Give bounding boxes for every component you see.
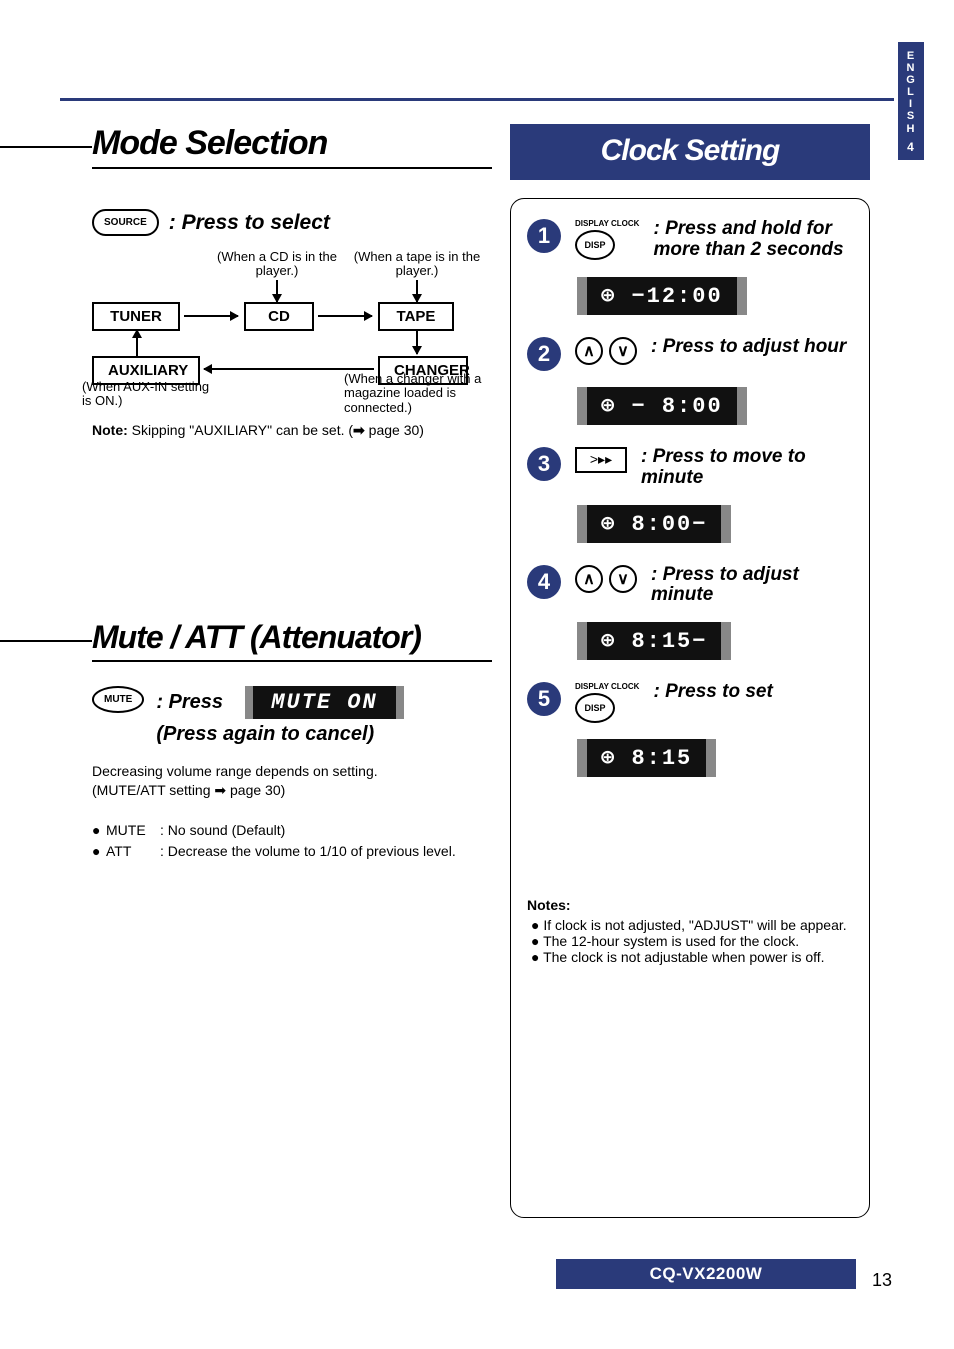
arrow-changer-auxiliary (204, 368, 374, 370)
clock-note-item: The clock is not adjustable when power i… (531, 949, 853, 965)
clock-notes-label: Notes: (527, 897, 853, 913)
step-4-text: : Press to adjust minute (651, 565, 853, 607)
step-5-text: : Press to set (653, 682, 853, 703)
step-5: 5 DISPLAY CLOCK DISP : Press to set (527, 682, 853, 723)
section-number: 4 (898, 141, 924, 154)
disp-button-2[interactable]: DISP (575, 693, 615, 723)
mode-flow-diagram: (When a CD is in the player.) (When a ta… (92, 250, 472, 410)
step-number-2: 2 (527, 337, 561, 371)
mute-description: Decreasing volume range depends on setti… (92, 762, 492, 800)
lcd-step-1: ⊕ −12:00 (577, 277, 747, 315)
press-to-select-label: : Press to select (169, 211, 330, 235)
up-button[interactable]: ∧ (575, 337, 603, 365)
page-number: 13 (872, 1270, 892, 1291)
step-1-text: : Press and hold for more than 2 seconds (653, 219, 853, 261)
arrow-right-icon: ➡ (353, 422, 365, 438)
source-button[interactable]: SOURCE (92, 209, 159, 236)
lcd-step-4: ⊕ 8:15− (577, 622, 731, 660)
caption-aux: (When AUX-IN setting is ON.) (82, 380, 212, 409)
arrow-tuner-cd (184, 315, 238, 317)
arrow-cd-tape (318, 315, 372, 317)
lcd-step-2: ⊕ − 8:00 (577, 387, 747, 425)
mute-press-label: : Press MUTE ON (156, 686, 403, 719)
arrow-auxiliary-tuner (136, 330, 138, 356)
step-number-1: 1 (527, 219, 561, 253)
up-button-2[interactable]: ∧ (575, 565, 603, 593)
top-rule (60, 98, 894, 101)
mute-cancel-label: (Press again to cancel) (156, 723, 403, 746)
box-cd: CD (244, 302, 314, 331)
step-4: 4 ∧ ∨ : Press to adjust minute (527, 565, 853, 607)
display-clock-label-2: DISPLAY CLOCK (575, 682, 639, 691)
step-3-text: : Press to move to minute (641, 447, 853, 489)
display-clock-label: DISPLAY CLOCK (575, 219, 639, 228)
caption-cd: (When a CD is in the player.) (212, 250, 342, 279)
clock-notes: Notes: If clock is not adjusted, "ADJUST… (527, 897, 853, 965)
step-2: 2 ∧ ∨ : Press to adjust hour (527, 337, 853, 371)
forward-button[interactable]: >▸▸ (575, 447, 627, 473)
down-button[interactable]: ∨ (609, 337, 637, 365)
step-number-3: 3 (527, 447, 561, 481)
box-tuner: TUNER (92, 302, 180, 331)
caption-tape: (When a tape is in the player.) (352, 250, 482, 279)
arrow-caption-cd (276, 280, 278, 302)
lcd-step-3: ⊕ 8:00− (577, 505, 731, 543)
disp-button[interactable]: DISP (575, 230, 615, 260)
mode-note: Note: Skipping "AUXILIARY" can be set. (… (92, 422, 492, 439)
clock-setting-panel: 1 DISPLAY CLOCK DISP : Press and hold fo… (510, 198, 870, 1218)
step-2-text: : Press to adjust hour (651, 337, 853, 358)
step-1: 1 DISPLAY CLOCK DISP : Press and hold fo… (527, 219, 853, 261)
clock-note-item: If clock is not adjusted, "ADJUST" will … (531, 917, 853, 933)
step-number-4: 4 (527, 565, 561, 599)
step-number-5: 5 (527, 682, 561, 716)
mute-bullets: ●MUTE: No sound (Default) ●ATT: Decrease… (92, 820, 492, 862)
mute-lcd: MUTE ON (245, 686, 403, 719)
note-label: Note: (92, 422, 128, 438)
arrow-tape-changer (416, 330, 418, 354)
note-text: Skipping "AUXILIARY" can be set. ( (128, 422, 353, 438)
box-tape: TAPE (378, 302, 454, 331)
caption-changer: (When a changer with a magazine loaded i… (344, 372, 494, 415)
mode-selection-title: Mode Selection (92, 124, 492, 169)
model-footer: CQ-VX2200W (556, 1259, 856, 1289)
clock-note-item: The 12-hour system is used for the clock… (531, 933, 853, 949)
mute-title: Mute / ATT (Attenuator) (92, 619, 492, 662)
arrow-caption-tape (416, 280, 418, 302)
step-3: 3 >▸▸ : Press to move to minute (527, 447, 853, 489)
lcd-step-5: ⊕ 8:15 (577, 739, 716, 777)
mute-button[interactable]: MUTE (92, 686, 144, 713)
note-page-ref: page 30) (365, 422, 424, 438)
language-letters: ENGLISH (898, 50, 924, 135)
language-tab: ENGLISH 4 (898, 42, 924, 160)
clock-setting-title: Clock Setting (510, 124, 870, 180)
down-button-2[interactable]: ∨ (609, 565, 637, 593)
